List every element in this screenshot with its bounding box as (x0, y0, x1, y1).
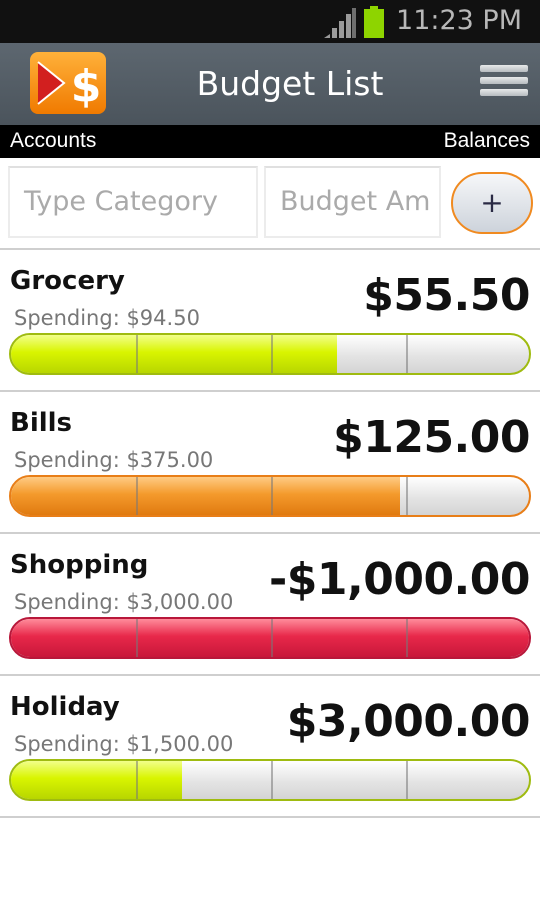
budget-progress-bar (9, 475, 531, 517)
budget-progress-bar (9, 759, 531, 801)
category-name: Grocery (10, 266, 125, 296)
budget-row[interactable]: Grocery Spending: $94.50 $55.50 (0, 250, 540, 390)
spending-amount: Spending: $375.00 (14, 448, 214, 472)
progress-fill (11, 761, 182, 799)
balance-amount: -$1,000.00 (269, 554, 531, 605)
spending-amount: Spending: $3,000.00 (14, 590, 234, 614)
menu-icon[interactable] (480, 65, 528, 101)
balances-header-label: Balances (443, 129, 530, 152)
budget-amount-input[interactable]: Budget Am (264, 166, 441, 238)
budget-row[interactable]: Holiday Spending: $1,500.00 $3,000.00 (0, 676, 540, 816)
progress-fill (11, 619, 529, 657)
action-bar: $ Budget List (0, 43, 540, 125)
signal-strength-icon (324, 8, 356, 38)
status-clock: 11:23 PM (396, 5, 522, 36)
page-title: Budget List (196, 64, 384, 103)
category-name: Bills (10, 408, 73, 438)
balance-amount: $55.50 (363, 270, 530, 321)
budget-progress-bar (9, 333, 531, 375)
budget-row[interactable]: Shopping Spending: $3,000.00 -$1,000.00 (0, 534, 540, 674)
accounts-header-label: Accounts (10, 129, 97, 152)
add-budget-button[interactable]: + (451, 172, 533, 234)
progress-fill (11, 335, 338, 373)
budget-progress-bar (9, 617, 531, 659)
spending-amount: Spending: $94.50 (14, 306, 200, 330)
spending-amount: Spending: $1,500.00 (14, 732, 234, 756)
progress-fill (11, 477, 400, 515)
divider (0, 816, 540, 818)
status-bar: 11:23 PM (0, 0, 540, 43)
battery-icon (364, 6, 384, 38)
balance-amount: $3,000.00 (286, 696, 531, 747)
budget-row[interactable]: Bills Spending: $375.00 $125.00 (0, 392, 540, 532)
balance-amount: $125.00 (333, 412, 530, 463)
category-input[interactable]: Type Category (8, 166, 258, 238)
category-name: Shopping (10, 550, 149, 580)
add-budget-form: Type Category Budget Am + (0, 158, 540, 250)
category-name: Holiday (10, 692, 120, 722)
column-header: Accounts Balances (0, 125, 540, 158)
